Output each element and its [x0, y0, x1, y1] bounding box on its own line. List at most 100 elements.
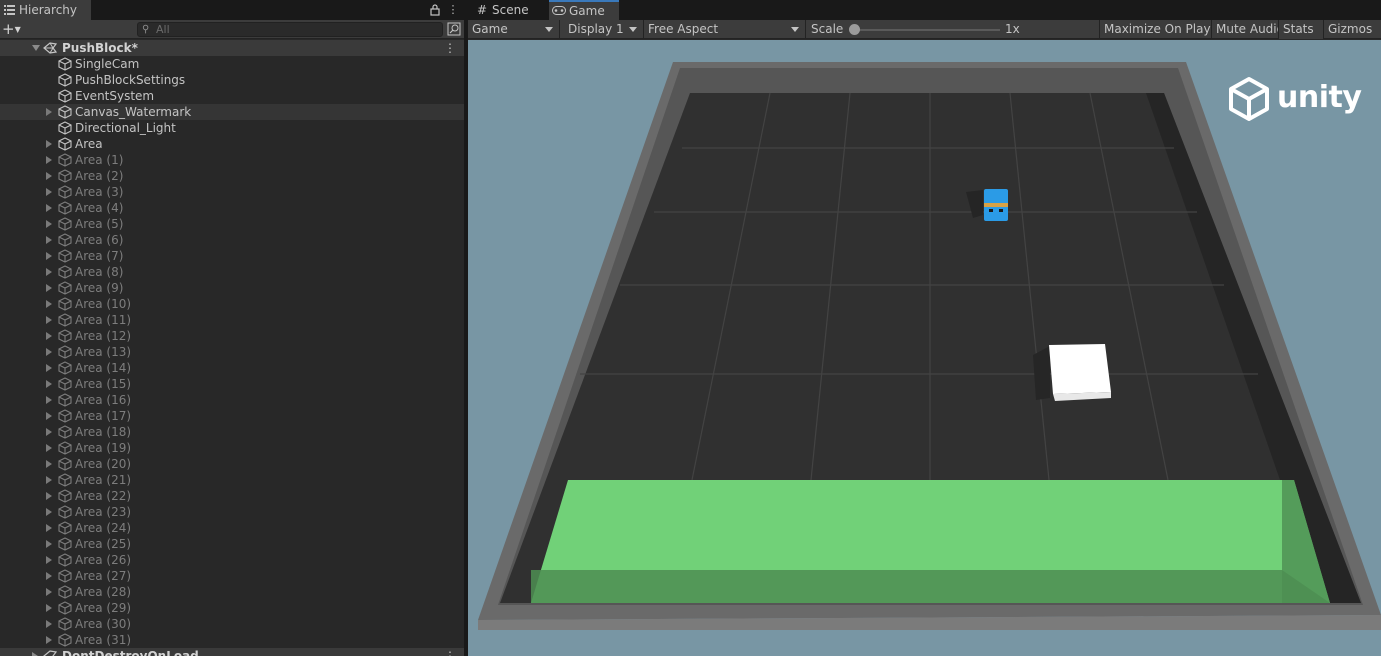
expand-arrow-icon[interactable] — [46, 268, 52, 276]
expand-arrow-icon[interactable] — [32, 45, 40, 51]
expand-arrow-icon[interactable] — [46, 412, 52, 420]
hierarchy-item[interactable]: Area (13) — [0, 344, 464, 360]
hierarchy-item[interactable]: Area (27) — [0, 568, 464, 584]
scene-header-pushblock[interactable]: PushBlock* ⋮ — [0, 40, 464, 56]
expand-arrow-icon[interactable] — [46, 204, 52, 212]
expand-arrow-icon[interactable] — [46, 588, 52, 596]
expand-arrow-icon[interactable] — [46, 332, 52, 340]
game-viewport[interactable]: unity — [468, 40, 1381, 656]
expand-arrow-icon[interactable] — [46, 460, 52, 468]
expand-arrow-icon[interactable] — [46, 540, 52, 548]
hierarchy-item[interactable]: Area (25) — [0, 536, 464, 552]
hierarchy-item[interactable]: Area (31) — [0, 632, 464, 648]
hierarchy-item[interactable]: Canvas_Watermark — [0, 104, 464, 120]
hierarchy-item[interactable]: Area (15) — [0, 376, 464, 392]
expand-arrow-icon[interactable] — [46, 380, 52, 388]
expand-arrow-icon[interactable] — [46, 604, 52, 612]
search-scene-icon[interactable] — [447, 22, 461, 36]
hierarchy-item[interactable]: Area (23) — [0, 504, 464, 520]
expand-arrow-icon[interactable] — [46, 492, 52, 500]
lock-icon[interactable] — [428, 2, 442, 18]
hierarchy-item[interactable]: Area (5) — [0, 216, 464, 232]
hierarchy-item[interactable]: Area (18) — [0, 424, 464, 440]
hierarchy-item[interactable]: Area (28) — [0, 584, 464, 600]
expand-arrow-icon[interactable] — [46, 508, 52, 516]
hierarchy-item[interactable]: EventSystem — [0, 88, 464, 104]
expand-arrow-icon[interactable] — [46, 428, 52, 436]
expand-arrow-icon[interactable] — [46, 236, 52, 244]
hierarchy-item[interactable]: Area (30) — [0, 616, 464, 632]
expand-arrow-icon[interactable] — [46, 556, 52, 564]
expand-arrow-icon[interactable] — [46, 220, 52, 228]
hierarchy-item[interactable]: Area (24) — [0, 520, 464, 536]
expand-arrow-icon[interactable] — [46, 252, 52, 260]
hierarchy-item[interactable]: Area (7) — [0, 248, 464, 264]
expand-arrow-icon[interactable] — [46, 636, 52, 644]
scale-slider-track[interactable] — [852, 29, 1000, 31]
expand-arrow-icon[interactable] — [46, 348, 52, 356]
gameobject-cube-icon — [58, 505, 72, 519]
expand-arrow-icon[interactable] — [46, 524, 52, 532]
hierarchy-item[interactable]: Area (17) — [0, 408, 464, 424]
expand-arrow-icon[interactable] — [46, 300, 52, 308]
gameobject-cube-icon — [58, 377, 72, 391]
expand-arrow-icon[interactable] — [46, 396, 52, 404]
hierarchy-item[interactable]: PushBlockSettings — [0, 72, 464, 88]
tab-hierarchy[interactable]: Hierarchy — [0, 0, 91, 20]
expand-arrow-icon[interactable] — [46, 444, 52, 452]
hierarchy-item-label: Area (14) — [75, 361, 132, 375]
tab-game[interactable]: Game — [549, 0, 619, 20]
scale-slider-handle[interactable] — [849, 24, 860, 35]
hierarchy-item[interactable]: Area — [0, 136, 464, 152]
maximize-on-play-toggle[interactable]: Maximize On Play — [1099, 20, 1211, 39]
hierarchy-item[interactable]: SingleCam — [0, 56, 464, 72]
hierarchy-item[interactable]: Area (1) — [0, 152, 464, 168]
expand-arrow-icon[interactable] — [46, 316, 52, 324]
scene-menu-icon[interactable]: ⋮ — [444, 648, 456, 656]
hierarchy-item[interactable]: Area (29) — [0, 600, 464, 616]
hierarchy-item[interactable]: Area (14) — [0, 360, 464, 376]
expand-arrow-icon[interactable] — [46, 476, 52, 484]
hierarchy-item[interactable]: Area (12) — [0, 328, 464, 344]
gizmos-toggle[interactable]: Gizmos — [1323, 20, 1381, 39]
expand-arrow-icon[interactable] — [46, 620, 52, 628]
add-object-button[interactable]: +▼ — [2, 21, 32, 38]
display-dropdown[interactable]: Display 1 — [564, 20, 644, 39]
expand-arrow-icon[interactable] — [46, 172, 52, 180]
hierarchy-item[interactable]: Directional_Light — [0, 120, 464, 136]
gameobject-cube-icon — [58, 57, 72, 71]
collapse-arrow-icon[interactable] — [32, 652, 42, 656]
hierarchy-item[interactable]: Area (6) — [0, 232, 464, 248]
hierarchy-item[interactable]: Area (20) — [0, 456, 464, 472]
hierarchy-item[interactable]: Area (8) — [0, 264, 464, 280]
aspect-dropdown[interactable]: Free Aspect — [644, 20, 806, 39]
hierarchy-item[interactable]: Area (26) — [0, 552, 464, 568]
hierarchy-item[interactable]: Area (21) — [0, 472, 464, 488]
stats-toggle[interactable]: Stats — [1278, 20, 1323, 39]
hierarchy-item-label: Area (26) — [75, 553, 132, 567]
kebab-menu-icon[interactable]: ⋮ — [446, 2, 460, 18]
expand-arrow-icon[interactable] — [46, 284, 52, 292]
hierarchy-item-label: Area (7) — [75, 249, 124, 263]
hierarchy-item[interactable]: Area (3) — [0, 184, 464, 200]
hierarchy-item-label: Area (31) — [75, 633, 132, 647]
hierarchy-item[interactable]: Area (16) — [0, 392, 464, 408]
hierarchy-item[interactable]: Area (11) — [0, 312, 464, 328]
expand-arrow-icon[interactable] — [46, 188, 52, 196]
expand-arrow-icon[interactable] — [46, 156, 52, 164]
search-input[interactable]: ⚲ All — [137, 22, 443, 37]
hierarchy-item[interactable]: Area (10) — [0, 296, 464, 312]
tab-scene[interactable]: # Scene — [472, 0, 548, 20]
expand-arrow-icon[interactable] — [46, 140, 52, 148]
expand-arrow-icon[interactable] — [46, 108, 52, 116]
hierarchy-item[interactable]: Area (22) — [0, 488, 464, 504]
expand-arrow-icon[interactable] — [46, 572, 52, 580]
scene-header-dontdestroyonload[interactable]: DontDestroyOnLoad ⋮ — [0, 648, 464, 656]
expand-arrow-icon[interactable] — [46, 364, 52, 372]
scene-menu-icon[interactable]: ⋮ — [444, 40, 456, 56]
hierarchy-item[interactable]: Area (19) — [0, 440, 464, 456]
hierarchy-item[interactable]: Area (2) — [0, 168, 464, 184]
hierarchy-item[interactable]: Area (4) — [0, 200, 464, 216]
view-mode-dropdown[interactable]: Game — [468, 20, 560, 39]
hierarchy-item[interactable]: Area (9) — [0, 280, 464, 296]
